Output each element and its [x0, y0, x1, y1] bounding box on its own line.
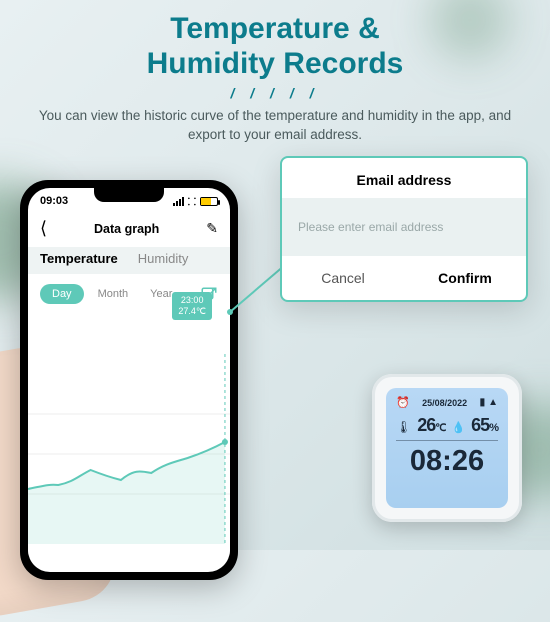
lcd-wifi-icon: ▲ — [488, 397, 498, 408]
back-button[interactable]: ⟨ — [40, 218, 47, 239]
battery-icon — [200, 197, 218, 206]
alarm-icon: ⏰ — [396, 396, 410, 409]
page-subtitle: You can view the historic curve of the t… — [30, 107, 520, 145]
email-input[interactable]: Please enter email address — [282, 198, 526, 256]
lcd-temperature: 26℃ — [417, 415, 445, 436]
lcd-screen: ⏰ 25/08/2022 ▮ ▲ 🌡 26℃ 💧 65% 08:26 — [386, 388, 508, 508]
lcd-clock: 08:26 — [396, 445, 498, 478]
edit-icon[interactable]: ✎ — [206, 220, 218, 237]
chart-data-tooltip: 23:00 27.4℃ — [172, 292, 212, 320]
metric-tabs: Temperature Humidity — [28, 247, 230, 274]
lcd-date: 25/08/2022 — [422, 398, 467, 408]
droplet-icon: 💧 — [451, 421, 465, 434]
confirm-button[interactable]: Confirm — [404, 256, 526, 300]
cancel-button[interactable]: Cancel — [282, 256, 404, 300]
thermometer-icon: 🌡 — [396, 420, 411, 434]
signal-icon — [173, 197, 184, 206]
temperature-chart[interactable] — [28, 354, 230, 544]
lcd-humidity: 65% — [471, 415, 498, 436]
statusbar-time: 09:03 — [40, 195, 68, 207]
wifi-icon: ⸬ — [188, 194, 196, 208]
range-month[interactable]: Month — [90, 284, 137, 304]
sensor-device: ⏰ 25/08/2022 ▮ ▲ 🌡 26℃ 💧 65% 08:26 — [372, 374, 522, 522]
tab-temperature[interactable]: Temperature — [40, 251, 118, 266]
callout-arrow — [225, 310, 295, 312]
lcd-battery-icon: ▮ — [480, 397, 486, 408]
dialog-title: Email address — [282, 158, 526, 198]
screen-title: Data graph — [94, 222, 159, 236]
tab-humidity[interactable]: Humidity — [138, 251, 189, 266]
title-divider: / / / / / — [0, 85, 550, 101]
email-export-dialog: Email address Please enter email address… — [280, 156, 528, 302]
range-day[interactable]: Day — [40, 284, 84, 304]
phone-mockup: 09:03 ⸬ ⟨ Data graph ✎ Temperature Humid… — [20, 180, 238, 580]
